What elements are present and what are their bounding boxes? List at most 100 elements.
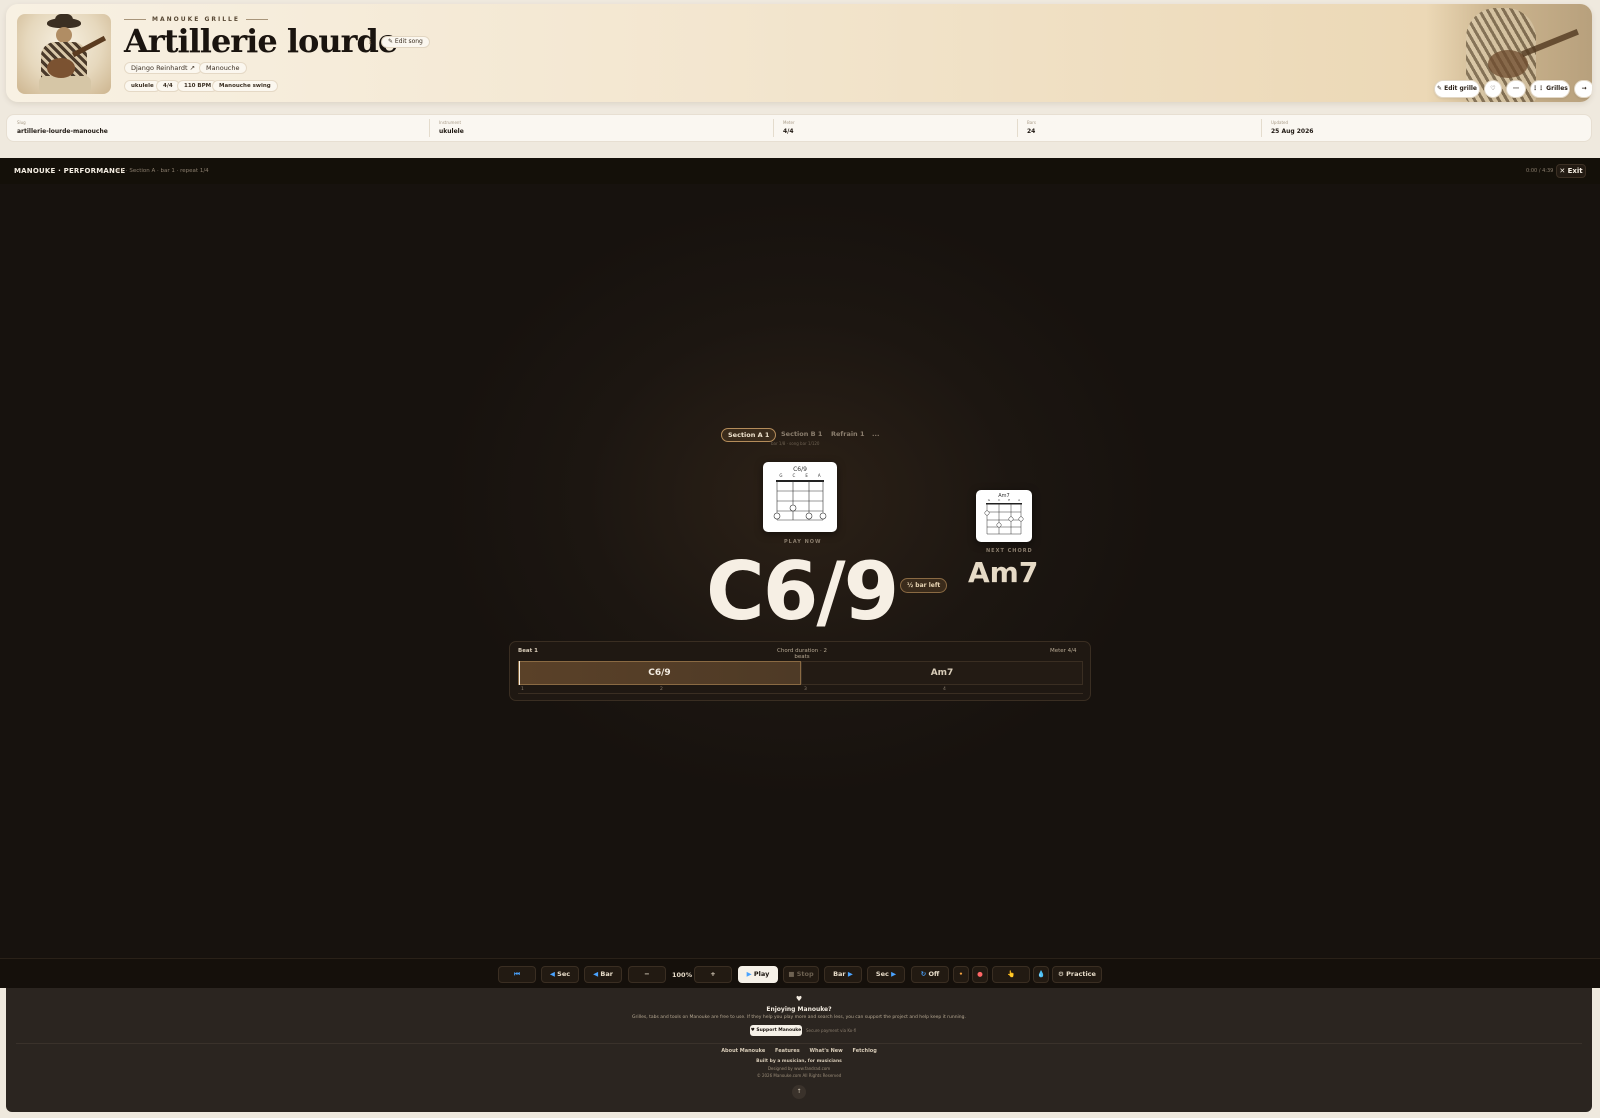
- loop-icon: ↻: [920, 970, 927, 978]
- song-meta-strip: Slug artillerie-lourde-manouche Instrume…: [6, 114, 1592, 142]
- footer-link-features[interactable]: Features: [775, 1048, 800, 1054]
- forward-icon: ▶: [891, 970, 897, 978]
- finger-dot: [789, 504, 797, 512]
- section-tab-a[interactable]: Section A 1: [721, 428, 777, 442]
- play-button[interactable]: ▶ Play: [738, 966, 778, 983]
- edit-song-button[interactable]: ✎ Edit song: [381, 36, 430, 48]
- beat-tick: 3: [804, 687, 807, 692]
- cover-hat-crown: [55, 14, 73, 24]
- footer-link-fetchlog[interactable]: Fetchlog: [853, 1048, 877, 1054]
- performance-breadcrumb: #1 · Section A · bar 1 · repeat 1/4: [116, 168, 209, 174]
- performance-stage: MANOUKE · PERFORMANCE #1 · Section A · b…: [0, 158, 1600, 988]
- eyebrow-rule-left: [124, 19, 146, 20]
- next-chord-diagram: Am7 GCEA: [976, 490, 1032, 542]
- zoom-out-button[interactable]: −: [628, 966, 666, 983]
- next-section-button[interactable]: Sec ▶: [867, 966, 905, 983]
- meta-meter: Meter 4/4: [775, 115, 1015, 141]
- genre-pill[interactable]: Manouche: [199, 62, 247, 74]
- beat-tick: 2: [660, 687, 663, 692]
- play-label: Play: [753, 970, 770, 978]
- info-icon[interactable]: ℹ: [369, 38, 372, 46]
- meta-divider: [1017, 119, 1018, 137]
- secure-payment-note: Secure payment via Ko-fi: [806, 1028, 857, 1033]
- song-title: Artillerie lourde: [124, 22, 398, 60]
- practice-button[interactable]: ⚙ Practice: [1052, 966, 1102, 983]
- stop-icon: ■: [788, 970, 795, 978]
- beat-tick: 1: [521, 687, 524, 692]
- exit-button[interactable]: ✕ Exit: [1556, 164, 1586, 178]
- prev-section-button[interactable]: ◀ Sec: [541, 966, 579, 983]
- meta-bars: Bars 24: [1019, 115, 1259, 141]
- finger-dot: [1018, 516, 1024, 522]
- next-bar-button[interactable]: Bar ▶: [824, 966, 862, 983]
- finger-dot: [773, 512, 781, 520]
- meta-divider: [429, 119, 430, 137]
- section-tab-more[interactable]: ...: [866, 428, 885, 442]
- next-section-label: Sec: [875, 970, 889, 978]
- current-fretboard: [773, 480, 827, 521]
- beat-segment-next[interactable]: Am7: [801, 661, 1083, 685]
- rewind-icon: ◀: [549, 970, 555, 978]
- finger-dot: [984, 510, 990, 516]
- cover-ukulele: [47, 58, 75, 78]
- edit-grille-button[interactable]: ✎ Edit grille: [1434, 80, 1480, 98]
- meta-bars-key: Bars: [1027, 120, 1036, 125]
- footer-title: Enjoying Manouke?: [766, 1006, 832, 1013]
- eyebrow-rule-right: [245, 19, 268, 20]
- footer-link-about[interactable]: About Manouke: [721, 1048, 765, 1054]
- play-icon: ▶: [746, 970, 752, 978]
- forward-icon: ▶: [847, 970, 853, 978]
- support-button[interactable]: ♥ Support Manouke: [750, 1025, 802, 1036]
- meta-slug-value: artillerie-lourde-manouche: [17, 128, 108, 135]
- beat-segment-current[interactable]: C6/9: [518, 661, 801, 685]
- metronome-icon[interactable]: •: [953, 966, 969, 983]
- next-arrow-icon[interactable]: →: [1574, 80, 1592, 98]
- stop-button[interactable]: ■ Stop: [783, 966, 819, 983]
- section-tab-b[interactable]: Section B 1: [775, 428, 828, 442]
- meta-divider: [1261, 119, 1262, 137]
- tag-style: Manouche swing: [212, 80, 278, 92]
- footer-built-by: Built by a musician, for musicians: [756, 1059, 842, 1064]
- meta-updated-key: Updated: [1271, 120, 1289, 125]
- playback-time: 0:00 / 4:39: [1526, 168, 1554, 174]
- footer-link-whats-new[interactable]: What's New: [810, 1048, 843, 1054]
- fretboard-nut: [776, 480, 824, 482]
- grilles-button[interactable]: ⋮⋮ Grilles: [1530, 80, 1570, 98]
- meter-label: Meter 4/4: [1050, 648, 1077, 654]
- artist-pill[interactable]: Django Reinhardt ↗: [124, 62, 203, 74]
- footer-designed-by: Designed by www.fandrad.com: [767, 1066, 831, 1071]
- zoom-level: 100%: [672, 971, 693, 979]
- bar-position-info: bar 1/8 · song bar 1/120: [771, 441, 820, 446]
- finger-dot: [819, 512, 827, 520]
- drop-icon[interactable]: 💧: [1033, 966, 1049, 983]
- meta-updated-value: 25 Aug 2026: [1271, 128, 1314, 135]
- prev-bar-button[interactable]: ◀ Bar: [584, 966, 622, 983]
- skip-to-start-button[interactable]: ⏮: [498, 966, 536, 983]
- back-to-top-icon[interactable]: ↑: [792, 1085, 806, 1099]
- more-options-icon[interactable]: ⋯: [1506, 80, 1526, 98]
- meta-meter-key: Meter: [783, 120, 795, 125]
- chord-duration: Chord duration · 2 beats: [777, 648, 827, 660]
- meta-instrument: Instrument ukulele: [431, 115, 771, 141]
- beat-playhead: [519, 661, 520, 685]
- record-icon[interactable]: ●: [972, 966, 988, 983]
- loop-toggle-button[interactable]: ↻ Off: [911, 966, 949, 983]
- meta-slug-key: Slug: [17, 120, 26, 125]
- tap-tempo-icon[interactable]: 👆: [992, 966, 1030, 983]
- section-tab-refrain[interactable]: Refrain 1: [825, 428, 870, 442]
- beat-label: Beat 1: [518, 648, 539, 654]
- finger-dot: [1008, 516, 1014, 522]
- finger-dot: [805, 512, 813, 520]
- prev-bar-label: Bar: [600, 970, 613, 978]
- song-cover-image: [17, 14, 111, 94]
- beat-baseline: [518, 693, 1083, 694]
- footer-links: About Manouke Features What's New Fetchl…: [6, 1048, 1592, 1054]
- performance-brand: MANOUKE · PERFORMANCE: [14, 167, 126, 175]
- artist-link-icon: ↗: [189, 64, 196, 72]
- next-fretboard: [984, 503, 1024, 535]
- site-footer: ♥ Enjoying Manouke? Grilles, tabs and to…: [6, 988, 1592, 1112]
- footer-copyright: © 2026 Manouke.com All Rights Reserved: [756, 1073, 842, 1078]
- zoom-in-button[interactable]: +: [694, 966, 732, 983]
- meta-instrument-value: ukulele: [439, 128, 464, 135]
- favorite-heart-icon[interactable]: ♡: [1484, 80, 1502, 98]
